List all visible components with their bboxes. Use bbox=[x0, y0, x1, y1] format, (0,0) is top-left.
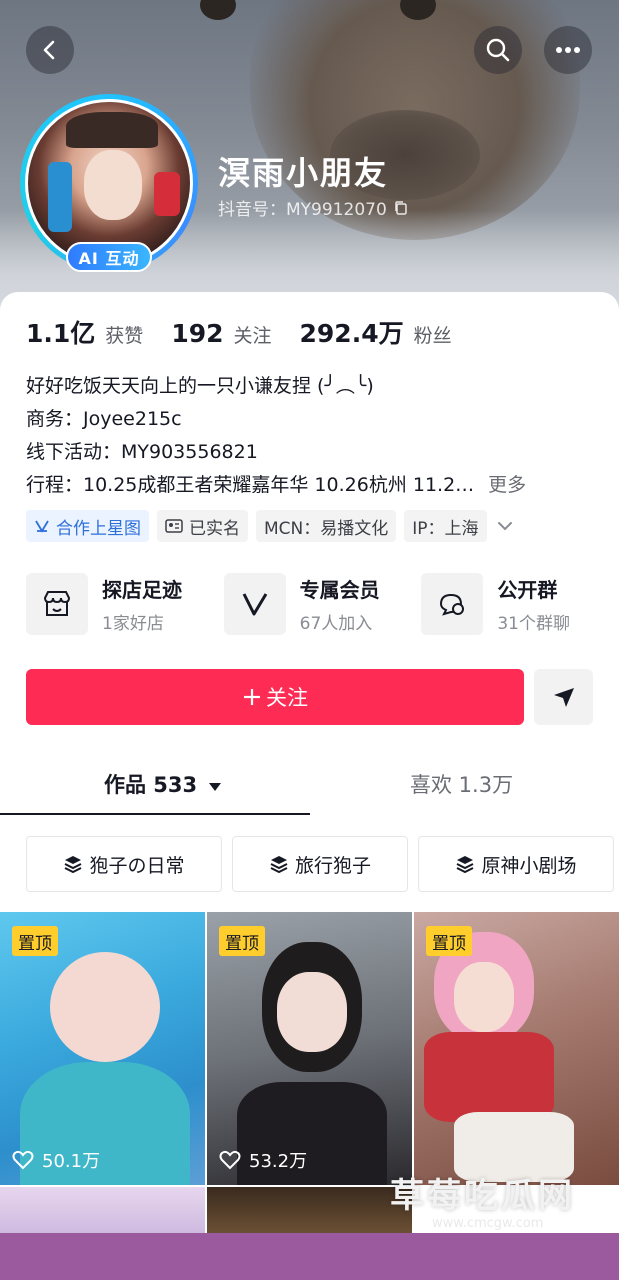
bio: 好好吃饭天天向上的一只小谦友捏 (╯︵╰) 商务：Joyee215c 线下活动：… bbox=[26, 370, 596, 502]
followers-count[interactable]: 292.4万 bbox=[300, 314, 404, 350]
vip-icon bbox=[223, 573, 286, 635]
service-membership[interactable]: 专属会员 67人加入 bbox=[223, 573, 422, 635]
service-subtitle: 67人加入 bbox=[299, 614, 373, 634]
search-button[interactable] bbox=[474, 26, 522, 74]
following-count[interactable]: 192 bbox=[171, 319, 223, 348]
douyin-id[interactable]: 抖音号：MY9912070 bbox=[218, 195, 409, 220]
collection-item[interactable]: 狍子の日常 bbox=[26, 836, 222, 892]
ai-interact-badge[interactable]: AI 互动 bbox=[66, 242, 152, 272]
collection-item[interactable]: 原神小剧场 bbox=[418, 836, 614, 892]
verified-label: 已实名 bbox=[189, 518, 240, 539]
search-icon bbox=[486, 38, 510, 62]
likes-count: 1.1亿 bbox=[26, 319, 96, 348]
video-thumbnail[interactable]: 置顶 50.1万 bbox=[0, 912, 205, 1185]
star-map-tag[interactable]: 合作上星图 bbox=[26, 510, 149, 542]
heart-icon bbox=[12, 1150, 34, 1170]
watermark-logo: 草莓吃瓜网 bbox=[390, 1176, 575, 1216]
services-row: 探店足迹 1家好店 专属会员 67人加入 公开群 31个群聊 bbox=[26, 573, 619, 635]
content-tabs: 作品 533 喜欢 1.3万 bbox=[0, 757, 619, 815]
stack-icon bbox=[65, 856, 82, 874]
following-label[interactable]: 关注 bbox=[234, 321, 272, 348]
service-title: 探店足迹 bbox=[102, 578, 182, 602]
back-arrow-icon bbox=[43, 40, 55, 60]
video-likes: 50.1万 bbox=[12, 1147, 100, 1173]
pinned-badge: 置顶 bbox=[219, 926, 265, 956]
service-subtitle: 1家好店 bbox=[102, 614, 164, 634]
star-map-icon bbox=[35, 520, 49, 533]
bio-more-link[interactable]: 更多 bbox=[488, 474, 526, 496]
collections-row: 狍子の日常 旅行狍子 原神小剧场 bbox=[26, 836, 614, 892]
collection-label: 狍子の日常 bbox=[89, 854, 185, 877]
back-button[interactable] bbox=[26, 26, 74, 74]
tag-row: 合作上星图 已实名 MCN：易播文化 IP：上海 bbox=[26, 510, 515, 542]
stack-icon bbox=[270, 856, 288, 874]
watermark-url: www.cmcgw.com bbox=[432, 1216, 544, 1231]
plus-icon bbox=[244, 689, 260, 705]
video-likes-count: 53.2万 bbox=[249, 1151, 308, 1172]
service-title: 专属会员 bbox=[299, 578, 380, 602]
send-icon bbox=[553, 688, 574, 707]
video-thumbnail[interactable]: 置顶 bbox=[414, 912, 619, 1185]
id-card-icon bbox=[165, 519, 183, 533]
tab-works-label: 作品 533 bbox=[104, 773, 198, 797]
service-store-visits[interactable]: 探店足迹 1家好店 bbox=[26, 573, 224, 635]
bottom-bar bbox=[0, 1233, 619, 1280]
collection-label: 旅行狍子 bbox=[294, 854, 371, 877]
more-options-button[interactable] bbox=[544, 26, 592, 74]
tab-works[interactable]: 作品 533 bbox=[104, 769, 222, 799]
profile-panel: 1.1亿 获赞 192 关注 292.4万 粉丝 好好吃饭天天向上的一只小谦友捏… bbox=[0, 292, 619, 1280]
chevron-down-icon[interactable] bbox=[495, 516, 515, 536]
collection-item[interactable]: 旅行狍子 bbox=[232, 836, 408, 892]
stack-icon bbox=[457, 856, 474, 874]
followers-label[interactable]: 粉丝 bbox=[414, 321, 452, 348]
service-subtitle: 31个群聊 bbox=[497, 614, 570, 634]
ip-location-tag: IP：上海 bbox=[404, 510, 487, 542]
service-title: 公开群 bbox=[497, 578, 558, 602]
tab-likes[interactable]: 喜欢 1.3万 bbox=[410, 769, 513, 799]
stats-row: 1.1亿 获赞 192 关注 292.4万 粉丝 bbox=[26, 314, 470, 350]
nickname: 溟雨小朋友 bbox=[218, 154, 389, 192]
bio-schedule-text: 行程：10.25成都王者荣耀嘉年华 10.26杭州 11.2… bbox=[26, 474, 475, 496]
copy-icon[interactable] bbox=[393, 200, 409, 216]
heart-icon bbox=[219, 1150, 241, 1170]
douyin-id-text: 抖音号：MY9912070 bbox=[218, 200, 387, 220]
video-likes: 53.2万 bbox=[219, 1147, 307, 1173]
bio-offline-events: 线下活动：MY903556821 bbox=[26, 441, 258, 463]
bio-schedule: 行程：10.25成都王者荣耀嘉年华 10.26杭州 11.2… 更多 bbox=[26, 469, 596, 502]
more-dots-icon bbox=[556, 47, 580, 53]
pinned-badge: 置顶 bbox=[426, 926, 472, 956]
active-tab-indicator bbox=[0, 813, 310, 815]
service-public-group[interactable]: 公开群 31个群聊 bbox=[421, 573, 619, 635]
likes-label: 获赞 bbox=[105, 325, 144, 347]
bio-business: 商务：Joyee215c bbox=[26, 408, 182, 430]
share-button[interactable] bbox=[534, 669, 593, 725]
store-icon bbox=[26, 573, 88, 635]
video-likes-count: 50.1万 bbox=[42, 1151, 101, 1172]
group-chat-icon bbox=[421, 573, 484, 635]
mcn-tag[interactable]: MCN：易播文化 bbox=[256, 510, 397, 542]
bio-line: 好好吃饭天天向上的一只小谦友捏 (╯︵╰) bbox=[26, 375, 374, 397]
follow-label: 关注 bbox=[266, 686, 308, 710]
collection-label: 原神小剧场 bbox=[481, 854, 577, 877]
video-thumbnail[interactable]: 置顶 53.2万 bbox=[207, 912, 412, 1185]
follow-button[interactable]: 关注 bbox=[26, 669, 524, 725]
caret-down-icon bbox=[209, 783, 222, 791]
verified-tag[interactable]: 已实名 bbox=[157, 510, 248, 542]
star-map-label: 合作上星图 bbox=[56, 518, 141, 539]
pinned-badge: 置顶 bbox=[12, 926, 58, 956]
